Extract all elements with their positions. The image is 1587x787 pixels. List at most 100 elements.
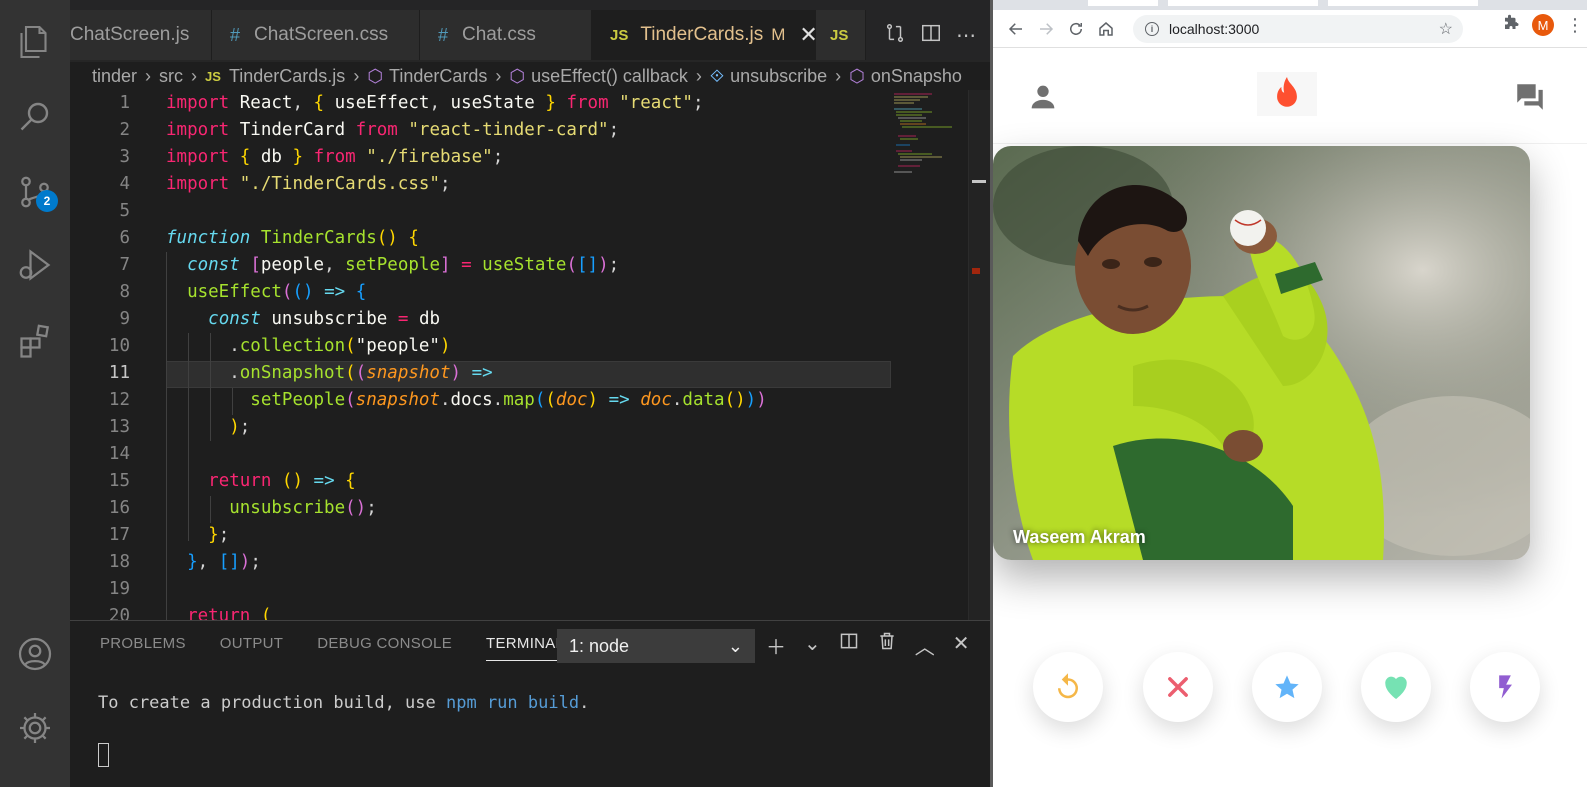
title-strip bbox=[70, 0, 990, 10]
breadcrumb-item[interactable]: TinderCards bbox=[389, 66, 487, 87]
extensions-icon[interactable] bbox=[15, 320, 55, 360]
scrollbar-marker bbox=[972, 268, 980, 274]
browser-tabstrip bbox=[993, 0, 1587, 10]
site-info-icon[interactable]: i bbox=[1145, 22, 1159, 36]
browser-tab[interactable] bbox=[1168, 0, 1318, 6]
replay-button[interactable] bbox=[1033, 652, 1103, 722]
split-editor-icon[interactable] bbox=[920, 22, 942, 49]
symbol-cube-icon: ⬡ bbox=[849, 65, 865, 86]
address-bar[interactable]: i localhost:3000 ☆ bbox=[1133, 15, 1463, 43]
new-terminal-icon[interactable]: ＋ bbox=[766, 631, 786, 660]
code-line: ); bbox=[229, 417, 251, 437]
line-number: 20 bbox=[108, 606, 130, 620]
tab-more-js[interactable]: JS bbox=[816, 10, 866, 60]
terminal-text: To create a production build, use bbox=[98, 693, 446, 713]
line-number: 16 bbox=[108, 498, 130, 518]
home-icon[interactable] bbox=[1091, 14, 1121, 44]
app-header bbox=[993, 48, 1587, 144]
source-control-icon[interactable]: 2 bbox=[15, 172, 58, 212]
run-debug-icon[interactable] bbox=[15, 245, 55, 285]
tab-chatscreen-js[interactable]: ChatScreen.js bbox=[70, 10, 212, 60]
line-number: 4 bbox=[119, 174, 130, 194]
chevron-down-icon: ⌄ bbox=[727, 635, 743, 656]
profile-avatar[interactable]: M bbox=[1532, 14, 1554, 36]
tinder-logo[interactable] bbox=[1257, 72, 1317, 116]
chrome-menu-icon[interactable]: ⋮ bbox=[1566, 15, 1584, 36]
chevron-right-icon: › bbox=[191, 65, 198, 86]
line-number: 15 bbox=[108, 471, 130, 491]
tab-output[interactable]: OUTPUT bbox=[220, 635, 283, 661]
terminal-cursor bbox=[98, 743, 109, 767]
scrollbar-thumb[interactable] bbox=[972, 180, 986, 183]
breadcrumb: tinder › src › JS TinderCards.js › ⬡ Tin… bbox=[70, 62, 990, 90]
code-line: useEffect(() => { bbox=[187, 282, 367, 302]
breadcrumb-item[interactable]: src bbox=[159, 66, 183, 87]
back-icon[interactable] bbox=[1001, 14, 1031, 44]
code-line: .collection("people") bbox=[166, 336, 451, 356]
tab-terminal[interactable]: TERMINAL bbox=[486, 635, 565, 661]
star-icon bbox=[1275, 675, 1299, 699]
breadcrumb-item[interactable]: tinder bbox=[92, 66, 137, 87]
symbol-cube-icon: ⬡ bbox=[509, 65, 526, 86]
tab-label: TinderCards.js bbox=[640, 24, 764, 45]
tab-tindercards-js[interactable]: JS TinderCards.js M ✕ bbox=[592, 10, 818, 60]
code-editor[interactable]: 1 import React, { useEffect, useState } f… bbox=[70, 90, 990, 620]
chevron-down-icon[interactable]: ⌄ bbox=[804, 631, 821, 660]
chevron-right-icon: › bbox=[835, 65, 842, 86]
tab-chatscreen-css[interactable]: # ChatScreen.css bbox=[212, 10, 420, 60]
extensions-puzzle-icon[interactable] bbox=[1502, 14, 1520, 36]
modified-indicator: M bbox=[771, 25, 786, 44]
line-number: 12 bbox=[108, 390, 130, 410]
more-actions-icon[interactable]: ⋯ bbox=[956, 23, 976, 47]
person-icon[interactable] bbox=[1026, 80, 1060, 114]
css-file-icon: # bbox=[438, 24, 449, 45]
bottom-panel: PROBLEMS OUTPUT DEBUG CONSOLE TERMINAL 1… bbox=[70, 620, 990, 787]
flash-icon bbox=[1499, 675, 1512, 699]
compare-changes-icon[interactable] bbox=[884, 22, 906, 49]
browser-tab[interactable] bbox=[1328, 0, 1478, 6]
bookmark-star-icon[interactable]: ☆ bbox=[1439, 19, 1453, 39]
browser-tab[interactable] bbox=[1088, 0, 1158, 6]
tinder-card[interactable]: Waseem Akram bbox=[993, 146, 1530, 560]
forum-icon[interactable] bbox=[1513, 80, 1547, 114]
editor-scrollbar[interactable] bbox=[968, 90, 990, 620]
line-number: 10 bbox=[108, 336, 130, 356]
breadcrumb-item[interactable]: TinderCards.js bbox=[229, 66, 345, 87]
breadcrumb-item[interactable]: onSnapsho bbox=[871, 66, 962, 87]
code-line: const [people, setPeople] = useState([])… bbox=[187, 255, 620, 275]
tab-debug-console[interactable]: DEBUG CONSOLE bbox=[317, 635, 452, 661]
breadcrumb-item[interactable]: unsubscribe bbox=[730, 66, 827, 87]
close-panel-icon[interactable]: ✕ bbox=[953, 631, 970, 660]
like-button[interactable] bbox=[1361, 652, 1431, 722]
card-photo bbox=[993, 146, 1530, 560]
js-file-icon: JS bbox=[610, 26, 629, 44]
explorer-icon[interactable] bbox=[15, 22, 55, 62]
tab-problems[interactable]: PROBLEMS bbox=[100, 635, 186, 661]
replay-icon bbox=[1058, 673, 1078, 699]
accounts-icon[interactable] bbox=[15, 634, 55, 674]
reload-icon[interactable] bbox=[1061, 14, 1091, 44]
tab-chat-css[interactable]: # Chat.css bbox=[420, 10, 592, 60]
dislike-button[interactable] bbox=[1143, 652, 1213, 722]
url-text: localhost:3000 bbox=[1169, 21, 1260, 37]
symbol-cube-icon: ⬡ bbox=[367, 65, 384, 86]
maximize-panel-icon[interactable]: ︿ bbox=[915, 631, 935, 660]
search-icon[interactable] bbox=[15, 96, 55, 136]
trash-icon[interactable] bbox=[877, 631, 897, 660]
terminal-select[interactable]: 1: node ⌄ bbox=[557, 629, 755, 663]
terminal-command: npm run build bbox=[446, 693, 580, 713]
css-file-icon: # bbox=[230, 24, 241, 45]
line-number: 7 bbox=[119, 255, 130, 275]
card-name: Waseem Akram bbox=[1013, 527, 1146, 547]
code-line: const unsubscribe = db bbox=[208, 309, 441, 329]
breadcrumb-item[interactable]: useEffect() callback bbox=[531, 66, 688, 87]
line-number: 3 bbox=[119, 147, 130, 167]
panel-tabs: PROBLEMS OUTPUT DEBUG CONSOLE TERMINAL bbox=[100, 635, 565, 661]
split-terminal-icon[interactable] bbox=[839, 631, 859, 660]
browser-window: i localhost:3000 ☆ M ⋮ Waseem Akram bbox=[990, 0, 1587, 787]
settings-gear-icon[interactable] bbox=[15, 708, 55, 748]
superlike-button[interactable] bbox=[1252, 652, 1322, 722]
boost-button[interactable] bbox=[1470, 652, 1540, 722]
forward-icon[interactable] bbox=[1031, 14, 1061, 44]
code-line: }; bbox=[208, 525, 230, 545]
